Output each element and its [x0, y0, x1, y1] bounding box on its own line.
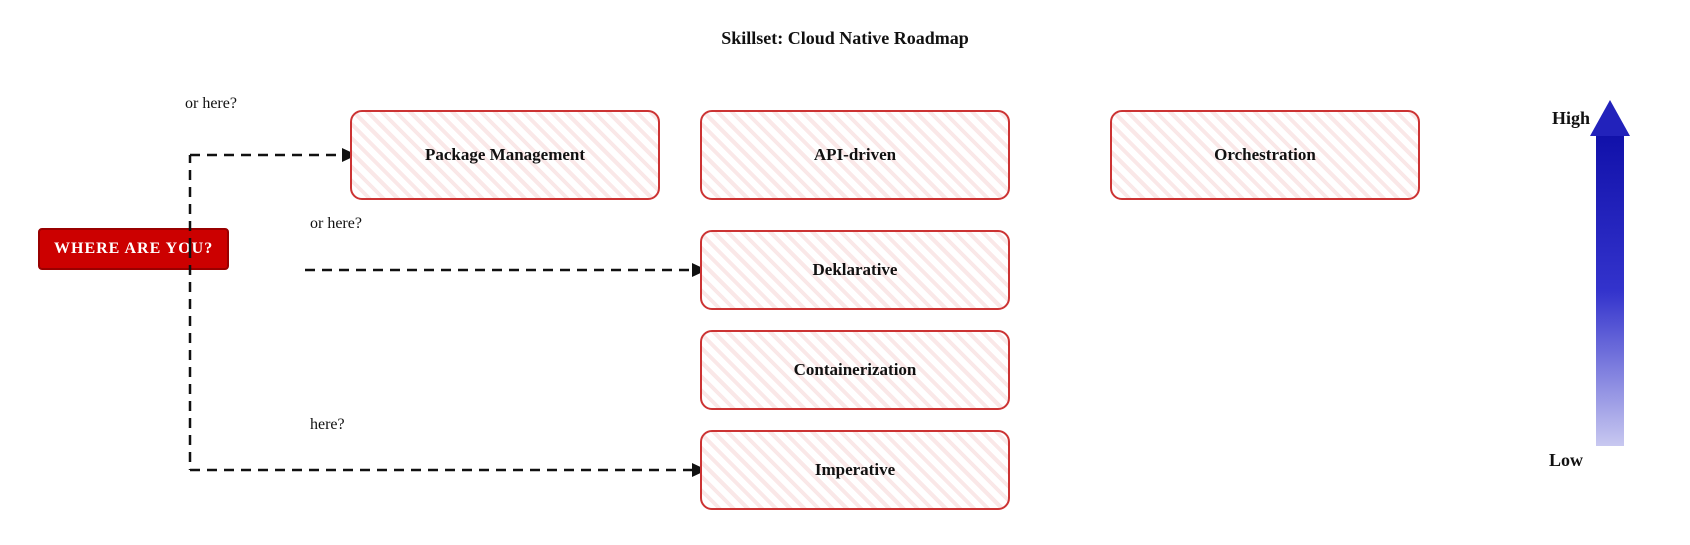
gradient-arrow — [1590, 100, 1630, 460]
label-low: Low — [1549, 450, 1583, 471]
label-here-bot: here? — [310, 416, 345, 434]
gradient-bar — [1596, 136, 1624, 446]
where-are-you-box: WHERE ARE YOU? — [38, 228, 229, 270]
box-orchestration: Orchestration — [1110, 110, 1420, 200]
box-deklarative: Deklarative — [700, 230, 1010, 310]
page-title: Skillset: Cloud Native Roadmap — [721, 28, 969, 49]
arrow-head-up-icon — [1590, 100, 1630, 136]
label-high: High — [1552, 108, 1590, 129]
box-imperative: Imperative — [700, 430, 1010, 510]
label-or-here-top: or here? — [185, 95, 237, 113]
label-or-here-mid: or here? — [310, 215, 362, 233]
box-package-management: Package Management — [350, 110, 660, 200]
box-containerization: Containerization — [700, 330, 1010, 410]
box-api-driven: API-driven — [700, 110, 1010, 200]
